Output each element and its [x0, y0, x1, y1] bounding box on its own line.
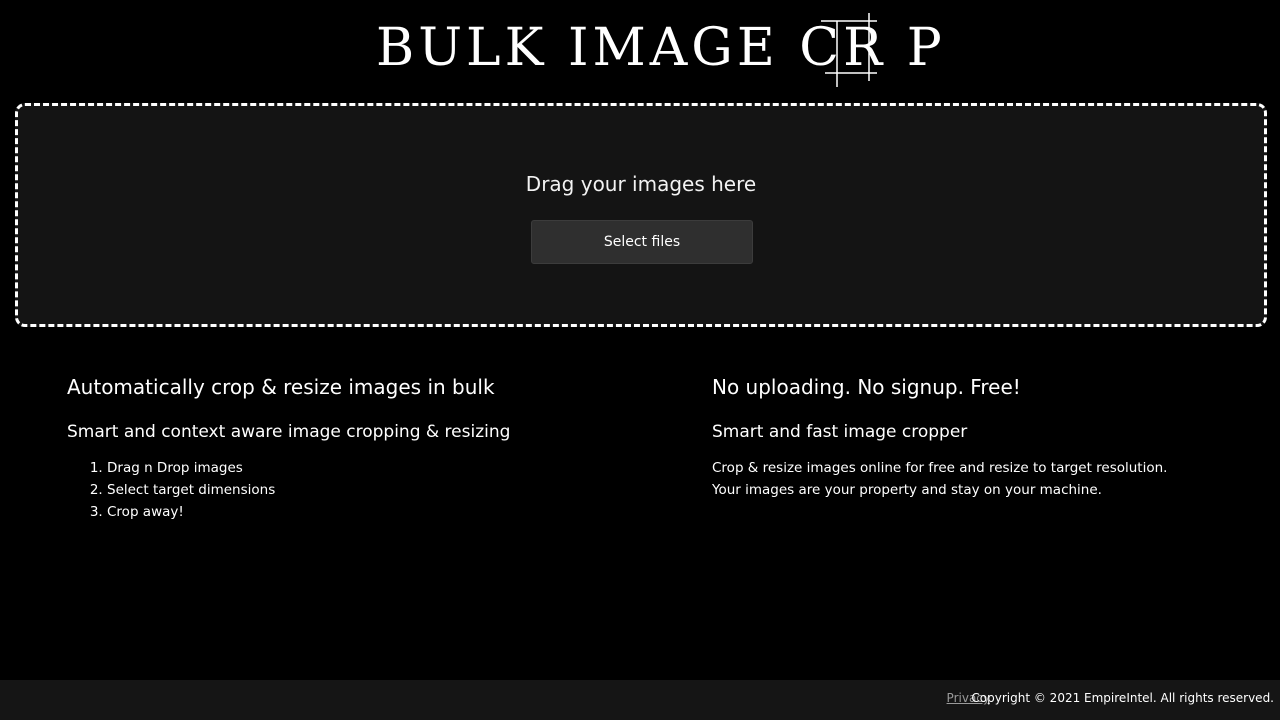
- info-column: No uploading. No signup. Free! Smart and…: [712, 372, 1232, 501]
- image-dropzone[interactable]: Drag your images here Select files: [15, 103, 1267, 327]
- features-column: Automatically crop & resize images in bu…: [67, 372, 587, 523]
- dropzone-title: Drag your images here: [525, 172, 757, 196]
- copyright-text: Copyright © 2021 EmpireIntel. All rights…: [971, 691, 1274, 705]
- crop-icon: [821, 13, 877, 87]
- select-files-button[interactable]: Select files: [531, 220, 753, 264]
- page: BULK IMAGE CR P Drag your images here Se…: [0, 0, 1280, 720]
- info-description: Crop & resize images online for free and…: [712, 460, 1168, 498]
- step-item: Drag n Drop images: [107, 457, 587, 479]
- footer: Privacy Copyright © 2021 EmpireIntel. Al…: [0, 680, 1280, 720]
- features-heading: Automatically crop & resize images in bu…: [67, 375, 495, 399]
- header: BULK IMAGE CR P: [0, 0, 1280, 100]
- logo[interactable]: BULK IMAGE CR P: [376, 13, 946, 87]
- steps-list: Drag n Drop images Select target dimensi…: [67, 457, 587, 523]
- info-subheading: Smart and fast image cropper: [712, 422, 968, 442]
- step-item: Crop away!: [107, 501, 587, 523]
- step-item: Select target dimensions: [107, 479, 587, 501]
- info-heading: No uploading. No signup. Free!: [712, 375, 1021, 399]
- features-subheading: Smart and context aware image cropping &…: [67, 422, 511, 442]
